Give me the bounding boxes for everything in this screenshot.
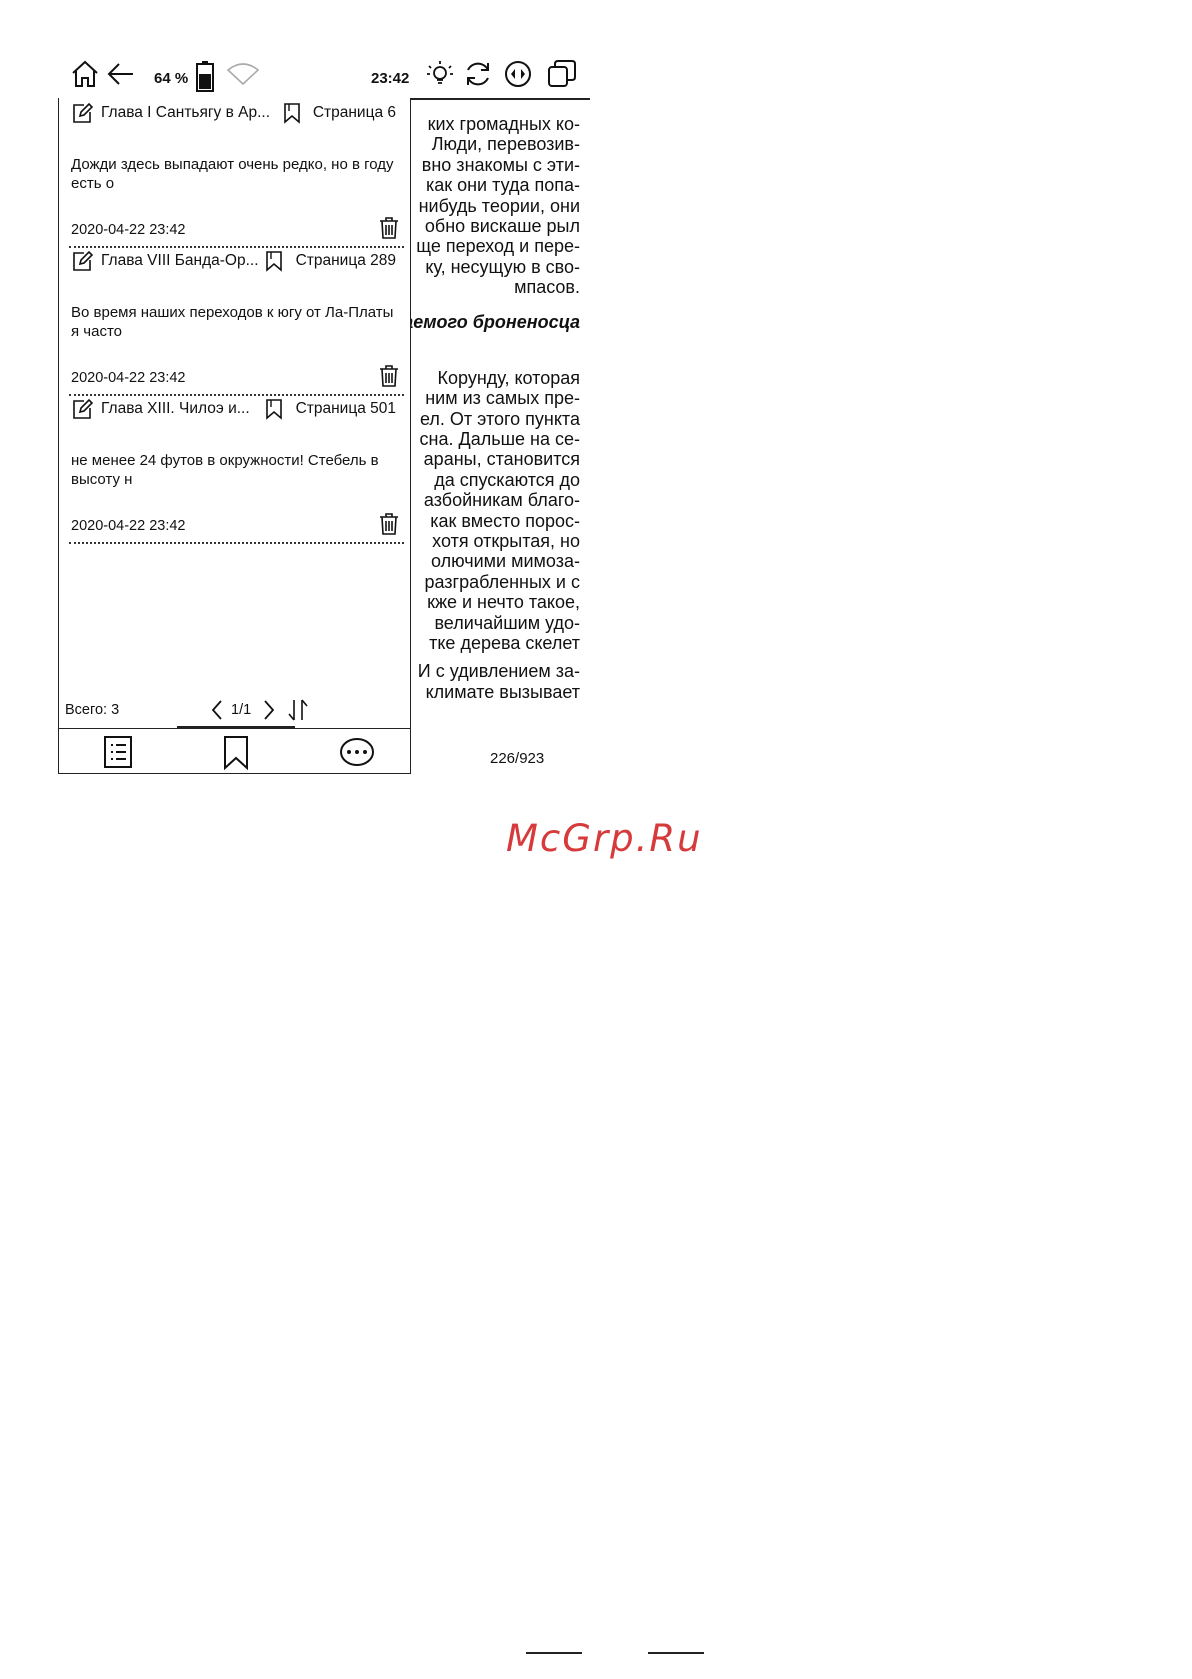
home-icon[interactable] xyxy=(70,58,100,95)
note-text: Во время наших переходов к югу от Ла-Пла… xyxy=(71,304,394,340)
reader-line: И с удивлением за- xyxy=(417,661,580,682)
trash-icon[interactable] xyxy=(378,364,400,393)
reader-line: ел. От этого пункта xyxy=(419,408,580,429)
reader-line: Корунду, которая xyxy=(437,367,580,388)
note-chapter: Глава I Сантьягу в Ар... xyxy=(101,104,271,121)
reader-page-text[interactable]: ких громадных ко- Люди, перевозив-вно зна… xyxy=(400,114,580,702)
prev-page-icon[interactable] xyxy=(209,698,225,726)
reader-line: обно вискаше рыл xyxy=(424,215,580,236)
edit-note-icon[interactable] xyxy=(71,398,94,425)
reader-line: Люди, перевозив- xyxy=(431,134,580,155)
reader-line: ку, несущую в сво- xyxy=(425,256,580,277)
sort-icon[interactable] xyxy=(287,698,309,726)
active-tab-indicator xyxy=(177,726,295,729)
frontlight-icon[interactable] xyxy=(424,58,456,95)
note-date: 2020-04-22 23:42 xyxy=(71,518,186,534)
reader-line: ких громадных ко- xyxy=(427,114,580,134)
bookmark-tab-icon[interactable] xyxy=(222,735,250,776)
note-date: 2020-04-22 23:42 xyxy=(71,222,186,238)
bookmark-icon xyxy=(283,102,301,129)
battery-percent: 64 % xyxy=(154,70,189,87)
pagination: 1/1 xyxy=(231,702,252,718)
reader-line: мпасов. xyxy=(514,277,580,298)
next-page-icon[interactable] xyxy=(261,698,277,726)
note-page[interactable]: Страница 501 xyxy=(296,400,396,418)
reader-line: ще переход и пере- xyxy=(416,236,580,257)
panel-footer: Всего: 3 1/1 xyxy=(65,698,405,724)
reader-line: азбойникам благо- xyxy=(423,490,580,511)
panel-tab-bar xyxy=(59,726,411,776)
reader-line: вно знакомы с эти- xyxy=(421,154,580,175)
reader-line: олючими мимоза- xyxy=(431,551,580,572)
multitask-icon[interactable] xyxy=(546,58,578,95)
note-chapter: Глава VIII Банда-Ор... xyxy=(101,252,259,269)
reader-line: тке дерева скелет xyxy=(429,632,580,653)
reader-line: хотя открытая, но xyxy=(432,531,580,552)
note-page[interactable]: Страница 289 xyxy=(296,252,396,270)
note-text: Дожди здесь выпадают очень редко, но в г… xyxy=(71,156,394,192)
reader-line: как вместо порос- xyxy=(430,510,580,531)
more-options-icon[interactable] xyxy=(339,737,375,772)
refresh-icon[interactable] xyxy=(462,58,494,95)
watermark: McGrp.Ru xyxy=(506,817,703,860)
toc-list-icon[interactable] xyxy=(103,735,133,774)
back-arrow-icon[interactable] xyxy=(106,58,136,95)
status-bar: 64 % 23:42 xyxy=(68,58,590,100)
clock: 23:42 xyxy=(371,70,410,87)
note-item[interactable]: Глава I Сантьягу в Ар... Страница 6 Дожд… xyxy=(69,98,404,248)
bookmark-icon xyxy=(265,398,283,425)
page-turn-icon[interactable] xyxy=(502,58,534,95)
reader-line: как они туда попа- xyxy=(425,175,580,196)
edit-note-icon[interactable] xyxy=(71,102,94,129)
note-page[interactable]: Страница 6 xyxy=(313,104,396,122)
reader-line: климате вызывает xyxy=(425,681,580,702)
note-text: не менее 24 футов в окружности! Стебель … xyxy=(71,452,379,488)
total-count: Всего: 3 xyxy=(65,702,120,718)
section-heading: аемого броненосца xyxy=(403,311,580,332)
reader-line: разграбленных и с xyxy=(424,571,580,592)
reader-line: да спускаются до xyxy=(434,469,580,490)
reader-line: сна. Дальше на се- xyxy=(419,429,580,450)
note-chapter: Глава XIII. Чилоэ и... xyxy=(101,400,250,417)
battery-icon xyxy=(195,60,215,97)
bookmark-icon xyxy=(265,250,283,277)
reader-line: нибудь теории, они xyxy=(418,195,580,216)
notes-panel: Глава I Сантьягу в Ар... Страница 6 Дожд… xyxy=(58,98,411,774)
footer-line-left xyxy=(526,1652,582,1654)
trash-icon[interactable] xyxy=(378,216,400,245)
reader-line: величайшим удо- xyxy=(434,612,580,633)
note-item[interactable]: Глава VIII Банда-Ор... Страница 289 Во в… xyxy=(69,246,404,396)
note-item[interactable]: Глава XIII. Чилоэ и... Страница 501 не м… xyxy=(69,394,404,544)
wifi-icon[interactable] xyxy=(226,62,260,93)
note-date: 2020-04-22 23:42 xyxy=(71,370,186,386)
page-number: 226/923 xyxy=(490,750,545,767)
edit-note-icon[interactable] xyxy=(71,250,94,277)
trash-icon[interactable] xyxy=(378,512,400,541)
footer-line-right xyxy=(648,1652,704,1654)
reader-line: кже и нечто такое, xyxy=(427,592,580,613)
reader-line: ним из самых пре- xyxy=(425,388,580,409)
reader-line: араны, становится xyxy=(423,449,580,470)
